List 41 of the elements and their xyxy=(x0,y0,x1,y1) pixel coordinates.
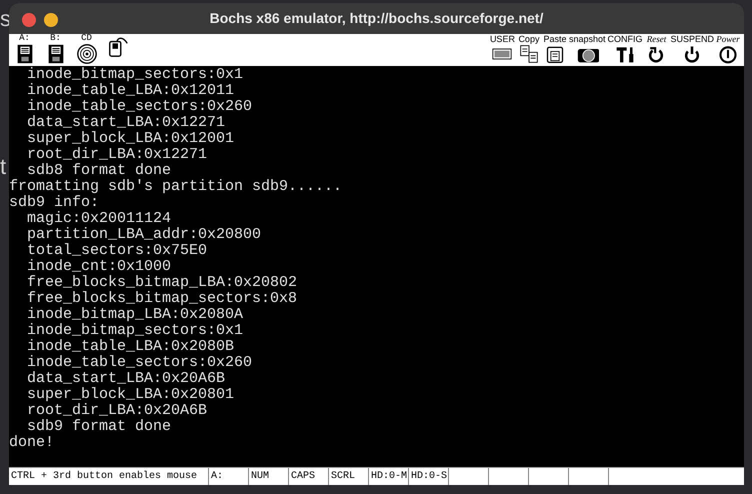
status-field: NUM xyxy=(249,468,289,485)
status-field: A: xyxy=(209,468,249,485)
console-line: inode_bitmap_sectors:0x1 xyxy=(26,323,244,339)
window-title: Bochs x86 emulator, http://bochs.sourceforge.net/ xyxy=(210,9,544,28)
console-line: sdb9 info: xyxy=(9,195,100,211)
disc-icon xyxy=(76,43,98,65)
toolbar-button[interactable]: Paste xyxy=(542,34,567,66)
toolbar-button[interactable]: Copy xyxy=(516,34,541,66)
status-field: HD:0-M xyxy=(369,468,409,485)
console-line: free_blocks_bitmap_LBA:0x20802 xyxy=(26,275,298,291)
status-field: CAPS xyxy=(289,468,329,485)
console-line: root_dir_LBA:0x12271 xyxy=(26,147,208,163)
console-line: free_blocks_bitmap_sectors:0x8 xyxy=(26,291,298,307)
status-field: HD:0-S xyxy=(409,468,449,485)
console-line: inode_bitmap_sectors:0x1 xyxy=(26,67,244,83)
console-line: inode_table_sectors:0x260 xyxy=(26,355,252,371)
console-line: fromatting sdb's partition sdb9...... xyxy=(9,179,342,195)
console-line: data_start_LBA:0x20A6B xyxy=(26,371,226,387)
background-text: t xyxy=(0,156,6,178)
status-field: SCRL xyxy=(329,468,369,485)
console-line: inode_table_LBA:0x2080B xyxy=(26,339,234,355)
console-line: total_sectors:0x75E0 xyxy=(26,243,208,259)
console-line: done! xyxy=(9,435,54,451)
toolbar-button[interactable]: SUSPEND xyxy=(670,34,714,66)
close-button[interactable] xyxy=(22,13,36,27)
console-line: inode_table_sectors:0x260 xyxy=(26,99,252,115)
toolbar-button[interactable]: Power xyxy=(716,34,740,66)
console-line: inode_bitmap_LBA:0x2080A xyxy=(26,307,244,323)
console-line: super_block_LBA:0x20801 xyxy=(26,387,234,403)
console-line: super_block_LBA:0x12001 xyxy=(26,131,234,147)
console-line: root_dir_LBA:0x20A6B xyxy=(26,403,208,419)
console-line: sdb9 format done xyxy=(26,419,172,435)
console-line: inode_cnt:0x1000 xyxy=(26,259,172,275)
console-line: magic:0x20011124 xyxy=(26,211,172,227)
console-line: inode_table_LBA:0x12011 xyxy=(26,83,234,99)
console-line: data_start_LBA:0x12271 xyxy=(26,115,226,131)
mouse-icon xyxy=(106,36,128,58)
console-line: sdb8 format done xyxy=(26,163,172,179)
console-line: partition_LBA_addr:0x20800 xyxy=(26,227,262,243)
minimize-button[interactable] xyxy=(44,13,58,27)
status-field: CTRL + 3rd button enables mouse xyxy=(9,468,209,485)
